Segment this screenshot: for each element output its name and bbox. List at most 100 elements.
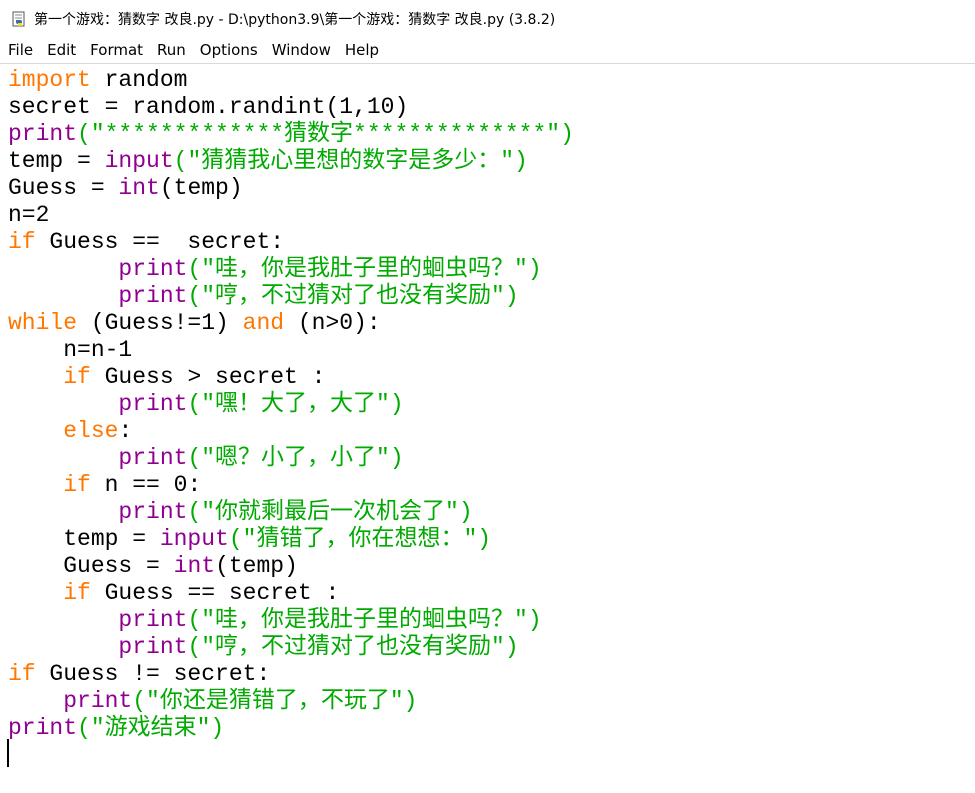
code-token: temp = (8, 526, 160, 552)
code-line: print("哼，不过猜对了也没有奖励") (8, 634, 574, 661)
code-token: print (118, 391, 188, 417)
menu-options[interactable]: Options (193, 38, 265, 63)
code-line: n=n-1 (8, 337, 574, 364)
code-token: int (118, 175, 160, 201)
code-token: if (8, 661, 36, 687)
code-token: temp = (8, 148, 105, 174)
code-token: int (173, 553, 216, 579)
code-token: Guess == secret: (35, 229, 285, 255)
code-token: print (118, 445, 188, 471)
code-token: ("猜猜我心里想的数字是多少：") (173, 148, 528, 174)
code-token: print (8, 121, 78, 147)
code-token: random (90, 67, 188, 93)
code-token: (Guess!=1) (77, 310, 243, 336)
code-line: Guess = int(temp) (8, 175, 574, 202)
code-token: print (118, 499, 188, 525)
code-token: else (63, 418, 119, 444)
code-line: print("哇，你是我肚子里的蛔虫吗？") (8, 607, 574, 634)
code-text[interactable]: import random secret = random.randint(1,1… (8, 67, 574, 742)
code-line: if Guess == secret : (8, 580, 574, 607)
code-token: print (118, 634, 188, 660)
menu-window[interactable]: Window (265, 38, 338, 63)
code-line: print("嘿！大了，大了") (8, 391, 574, 418)
menu-bar: File Edit Format Run Options Window Help (0, 38, 975, 64)
code-line: n=2 (8, 202, 574, 229)
code-line: temp = input("猜猜我心里想的数字是多少：") (8, 148, 574, 175)
code-line: import random (8, 67, 574, 94)
code-token: if (63, 580, 91, 606)
window-title: 第一个游戏：猜数字 改良.py - D:\python3.9\第一个游戏：猜数字… (34, 12, 556, 28)
code-line: print("游戏结束") (8, 715, 574, 742)
code-line: secret = random.randint(1,10) (8, 94, 574, 121)
code-token: print (118, 607, 188, 633)
code-token: ("你还是猜错了，不玩了") (132, 688, 418, 714)
code-token: input (159, 526, 229, 552)
menu-format[interactable]: Format (83, 38, 150, 63)
code-token: (n>0): (284, 310, 381, 336)
code-token: import (8, 67, 91, 93)
title-bar: 第一个游戏：猜数字 改良.py - D:\python3.9\第一个游戏：猜数字… (0, 0, 975, 38)
code-token: ("*************猜数字**************") (77, 121, 574, 147)
code-token: while (8, 310, 78, 336)
code-token: if (63, 472, 91, 498)
code-line: print("哇，你是我肚子里的蛔虫吗？") (8, 256, 574, 283)
code-token: Guess > secret : (90, 364, 326, 390)
code-line: temp = input("猜错了，你在想想：") (8, 526, 574, 553)
code-line: if n == 0: (8, 472, 574, 499)
code-editor[interactable]: import random secret = random.randint(1,1… (0, 64, 975, 793)
code-token: ("猜错了，你在想想：") (228, 526, 492, 552)
code-line: print("你还是猜错了，不玩了") (8, 688, 574, 715)
code-line: print("*************猜数字**************") (8, 121, 574, 148)
code-token: and (242, 310, 285, 336)
text-cursor (7, 739, 9, 767)
code-token: ("你就剩最后一次机会了") (187, 499, 473, 525)
code-line: print("你就剩最后一次机会了") (8, 499, 574, 526)
code-line: else: (8, 418, 574, 445)
python-file-icon (12, 11, 25, 27)
code-token: n=n-1 (8, 337, 133, 363)
code-token: Guess != secret: (35, 661, 271, 687)
code-token: (temp) (159, 175, 243, 201)
code-token: print (118, 256, 188, 282)
menu-file[interactable]: File (0, 38, 40, 63)
code-token: ("游戏结束") (77, 715, 225, 741)
code-token: input (104, 148, 174, 174)
code-token: ("嘿！大了，大了") (187, 391, 404, 417)
menu-help[interactable]: Help (338, 38, 386, 63)
code-line: while (Guess!=1) and (n>0): (8, 310, 574, 337)
code-token: n == 0: (90, 472, 202, 498)
code-token: if (8, 229, 36, 255)
code-token: n=2 (8, 202, 50, 228)
code-token: ("哼，不过猜对了也没有奖励") (187, 634, 519, 660)
code-line: if Guess != secret: (8, 661, 574, 688)
code-line: print("嗯？小了，小了") (8, 445, 574, 472)
code-token: : (118, 418, 133, 444)
code-token: ("哇，你是我肚子里的蛔虫吗？") (187, 256, 542, 282)
code-token: Guess = (8, 175, 119, 201)
code-line: print("哼，不过猜对了也没有奖励") (8, 283, 574, 310)
code-line: if Guess == secret: (8, 229, 574, 256)
code-token: print (118, 283, 188, 309)
code-token: (temp) (215, 553, 298, 579)
code-token: secret = random.randint(1,10) (8, 94, 409, 120)
code-token: print (63, 688, 133, 714)
menu-run[interactable]: Run (150, 38, 193, 63)
code-token: Guess = (8, 553, 174, 579)
code-token: ("嗯？小了，小了") (187, 445, 404, 471)
code-line: if Guess > secret : (8, 364, 574, 391)
menu-edit[interactable]: Edit (40, 38, 83, 63)
code-token: print (8, 715, 78, 741)
code-token: ("哼，不过猜对了也没有奖励") (187, 283, 519, 309)
code-token: Guess == secret : (90, 580, 340, 606)
